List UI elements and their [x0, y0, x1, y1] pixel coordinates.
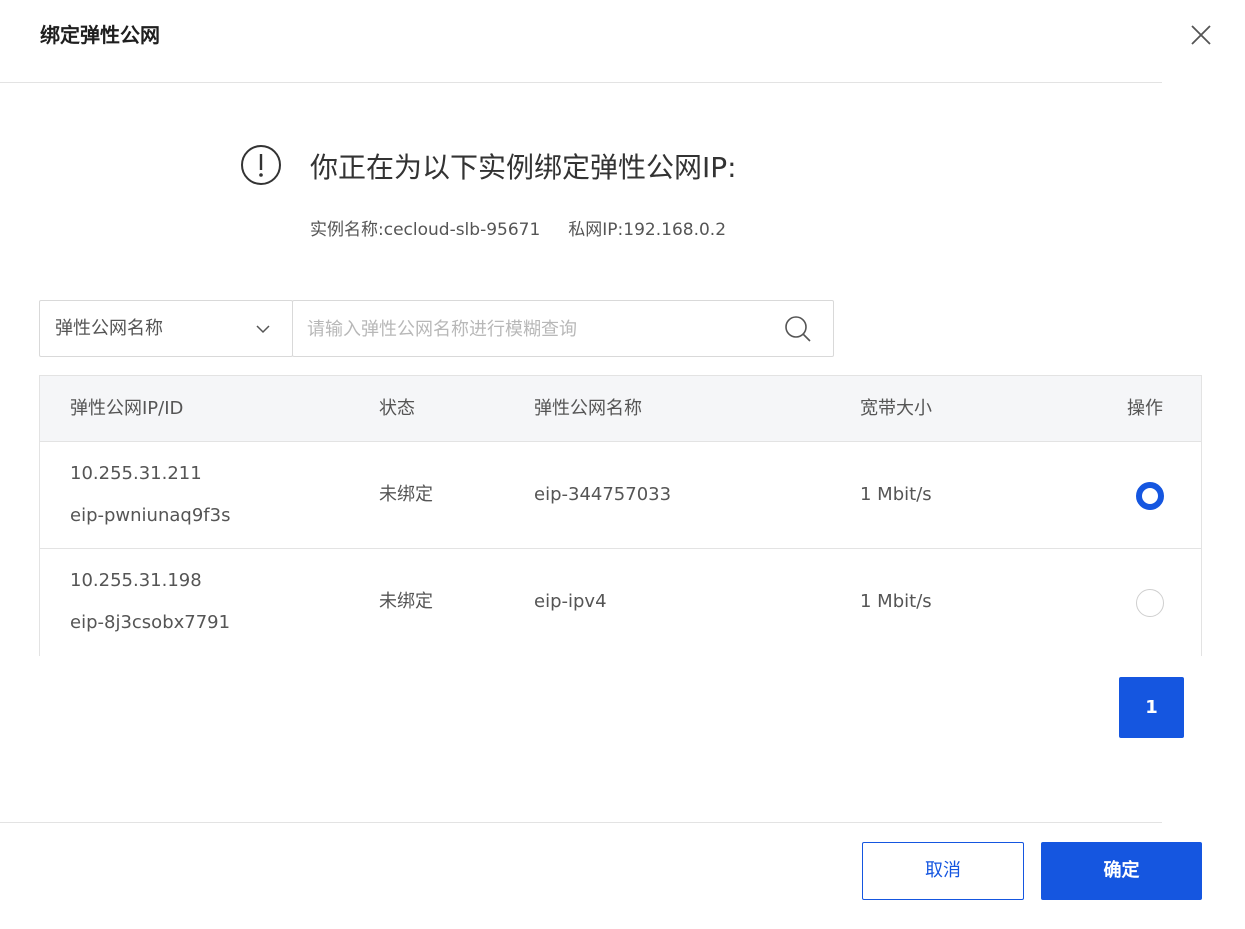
header-bandwidth: 宽带大小: [860, 398, 932, 419]
row-select-radio[interactable]: [1136, 589, 1164, 617]
row-name: eip-344757033: [534, 484, 672, 505]
filter-field-select[interactable]: 弹性公网名称: [39, 300, 293, 357]
private-ip: 私网IP:192.168.0.2: [568, 220, 727, 240]
header-ip-id: 弹性公网IP/ID: [70, 398, 184, 419]
chevron-down-icon: [253, 319, 273, 339]
row-id: eip-pwniunaq9f3s: [70, 505, 231, 526]
notice-title: 你正在为以下实例绑定弹性公网IP:: [310, 151, 737, 184]
search-icon[interactable]: [783, 314, 813, 344]
search-input[interactable]: [307, 313, 777, 345]
row-bandwidth: 1 Mbit/s: [860, 591, 932, 612]
row-ip: 10.255.31.198: [70, 570, 202, 591]
bind-eip-dialog: 绑定弹性公网 你正在为以下实例绑定弹性公网IP: 实例名称:cecloud-sl…: [0, 0, 1245, 929]
row-status: 未绑定: [379, 591, 433, 612]
pagination-page-1[interactable]: 1: [1119, 677, 1184, 738]
search-box: [292, 300, 834, 357]
instance-name: 实例名称:cecloud-slb-95671: [310, 220, 541, 240]
header-action: 操作: [1127, 398, 1163, 419]
confirm-button[interactable]: 确定: [1041, 842, 1202, 900]
header-name: 弹性公网名称: [534, 398, 642, 419]
row-bandwidth: 1 Mbit/s: [860, 484, 932, 505]
table-row[interactable]: 10.255.31.198 eip-8j3csobx7791 未绑定 eip-i…: [40, 549, 1201, 656]
footer-divider: [0, 822, 1162, 823]
header-divider: [0, 82, 1162, 83]
filter-field-value: 弹性公网名称: [55, 318, 163, 339]
row-select-radio[interactable]: [1136, 482, 1164, 510]
row-name: eip-ipv4: [534, 591, 607, 612]
exclamation-circle-icon: [240, 144, 282, 186]
eip-table: 弹性公网IP/ID 状态 弹性公网名称 宽带大小 操作 10.255.31.21…: [39, 375, 1202, 656]
row-status: 未绑定: [379, 484, 433, 505]
instance-info: 实例名称:cecloud-slb-95671 私网IP:192.168.0.2: [310, 216, 726, 244]
header-status: 状态: [379, 398, 415, 419]
dialog-title: 绑定弹性公网: [40, 23, 160, 47]
table-header: 弹性公网IP/ID 状态 弹性公网名称 宽带大小 操作: [40, 376, 1201, 442]
row-ip: 10.255.31.211: [70, 463, 202, 484]
close-icon[interactable]: [1186, 20, 1216, 50]
table-row[interactable]: 10.255.31.211 eip-pwniunaq9f3s 未绑定 eip-3…: [40, 442, 1201, 549]
row-id: eip-8j3csobx7791: [70, 612, 231, 633]
cancel-button[interactable]: 取消: [862, 842, 1024, 900]
